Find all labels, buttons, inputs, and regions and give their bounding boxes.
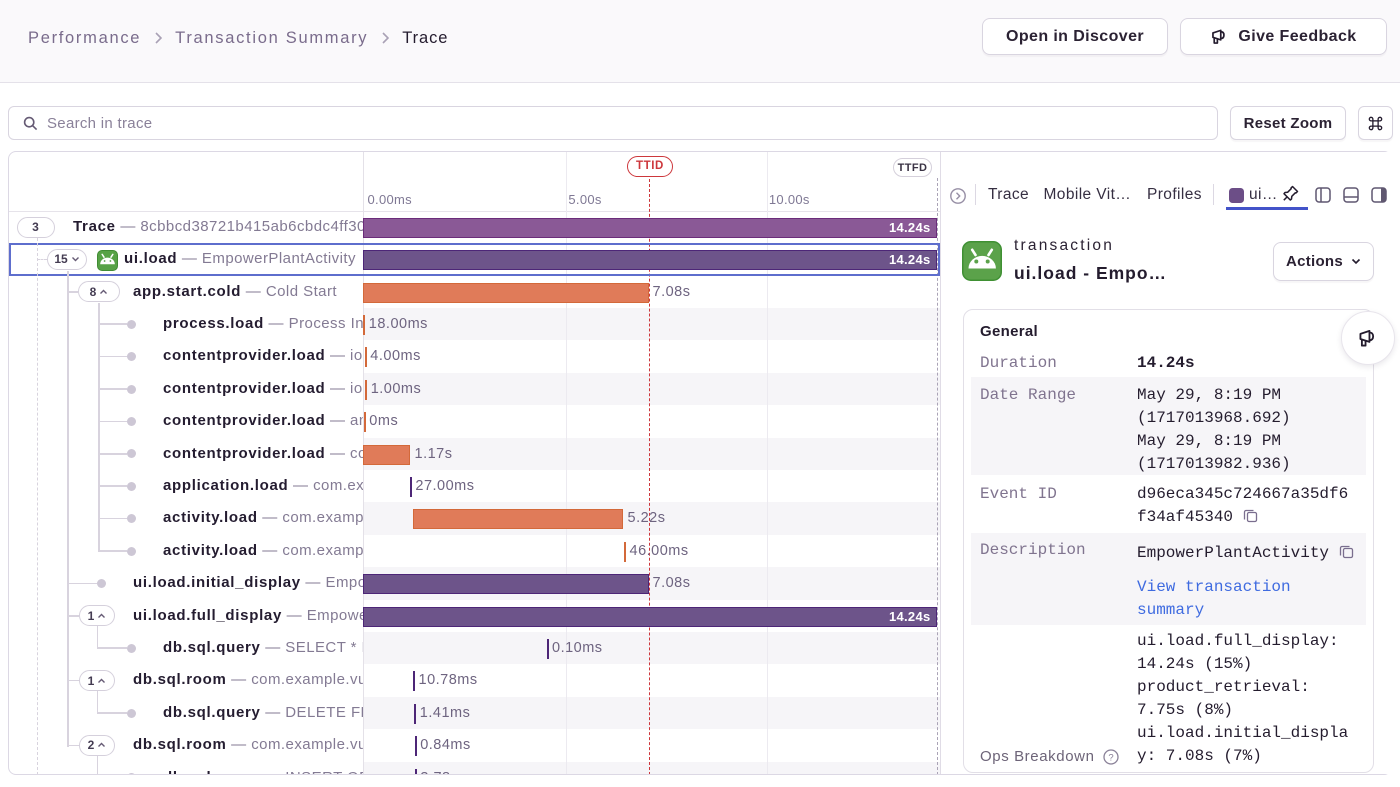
svg-text:?: ? [1108,752,1113,763]
